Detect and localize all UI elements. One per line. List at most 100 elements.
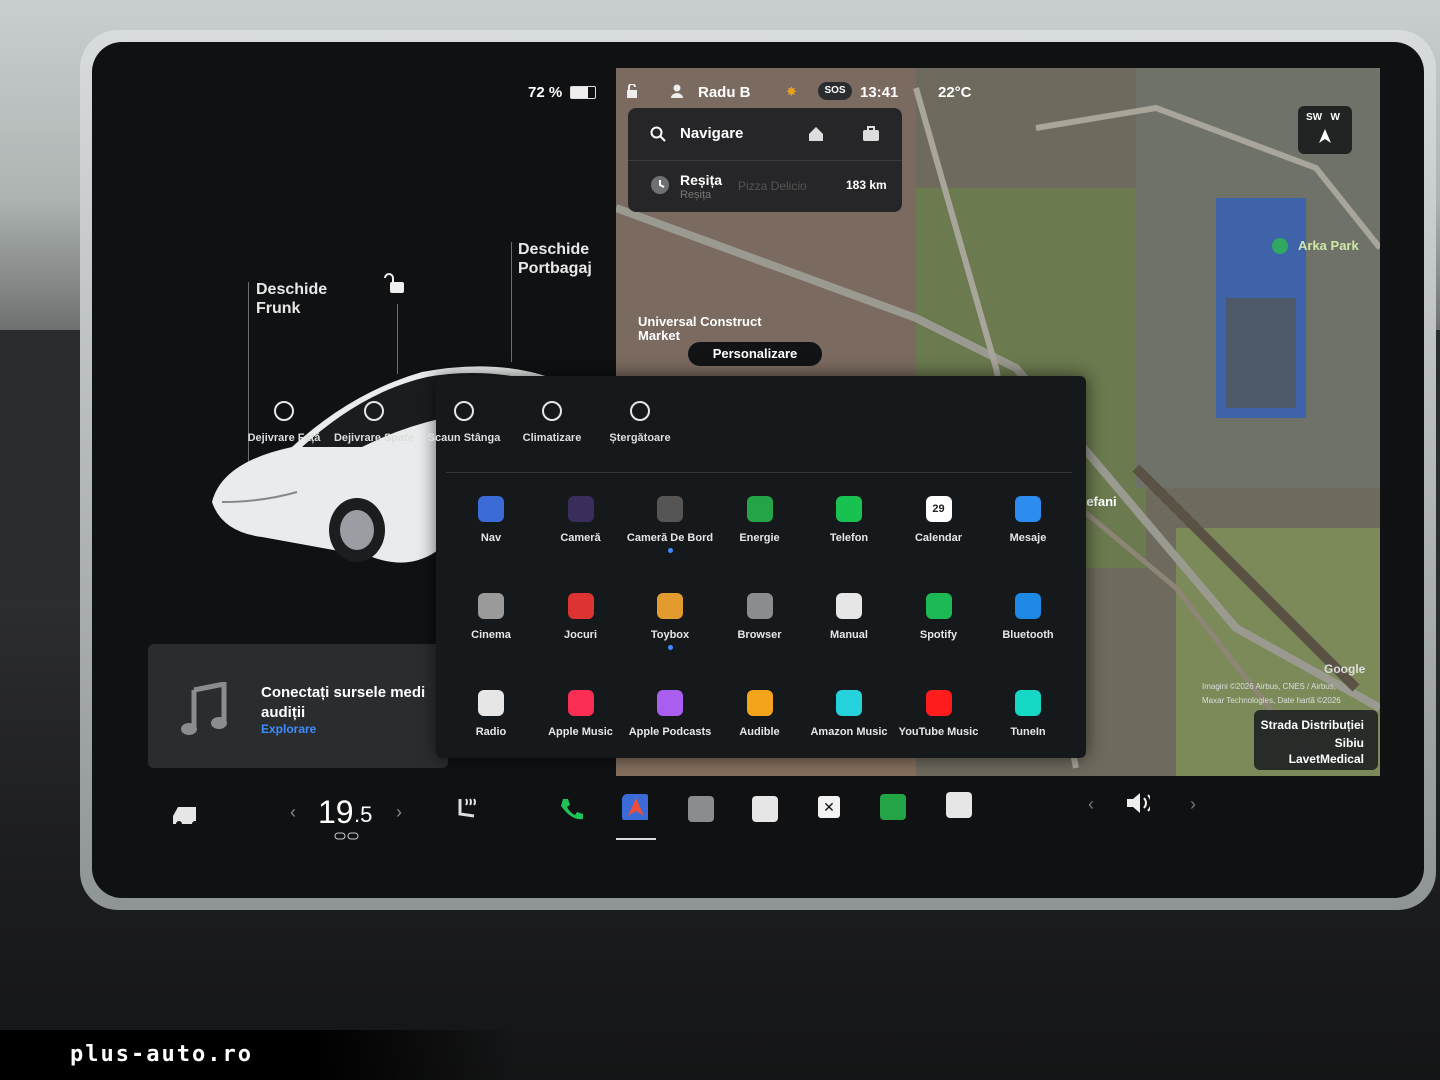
open-trunk-button[interactable]: Deschide Portbagaj bbox=[518, 240, 592, 278]
destination-distance: 183 km bbox=[846, 178, 887, 192]
launcher-divider bbox=[446, 472, 1072, 473]
close-dock-icon[interactable]: ✕ bbox=[818, 796, 840, 818]
app-dashcam[interactable]: Cameră De Bord bbox=[625, 496, 715, 553]
battery-icon bbox=[570, 86, 596, 99]
volume-up-button[interactable]: › bbox=[1190, 794, 1196, 815]
map-label-store[interactable]: Universal Construct bbox=[638, 314, 762, 329]
spotify-icon bbox=[925, 593, 952, 619]
app-nav[interactable]: Nav bbox=[446, 496, 536, 544]
app-toybox[interactable]: Toybox bbox=[625, 593, 715, 650]
quick-control-front-defrost[interactable]: Dejivrare Față bbox=[239, 398, 329, 444]
media-title: Conectați sursele medi bbox=[261, 684, 426, 701]
outside-temperature: 22°C bbox=[938, 84, 972, 101]
search-icon bbox=[650, 126, 666, 142]
app-camera[interactable]: Cameră bbox=[536, 496, 626, 544]
street-city: Sibiu bbox=[1334, 736, 1364, 750]
compass-button[interactable]: SW W bbox=[1298, 106, 1352, 154]
volume-icon[interactable] bbox=[1124, 790, 1150, 816]
recent-destination[interactable]: Reșița Reșița Pizza Delicio 183 km bbox=[628, 161, 902, 212]
app-browser[interactable]: Browser bbox=[715, 593, 805, 641]
profile-icon[interactable] bbox=[670, 84, 684, 98]
media-player-card[interactable]: Conectați sursele medi audiții Explorare bbox=[148, 644, 448, 768]
seat-heater-dock-icon[interactable] bbox=[454, 796, 480, 822]
nav-dock-icon[interactable] bbox=[622, 794, 648, 820]
youtube-music-icon bbox=[925, 690, 952, 716]
lock-icon[interactable] bbox=[625, 83, 639, 98]
app-label: Amazon Music bbox=[810, 726, 888, 738]
navigation-search-bar[interactable]: Navigare bbox=[628, 108, 902, 161]
street-name: Strada Distribuției bbox=[1260, 718, 1364, 732]
app-manual[interactable]: Manual bbox=[804, 593, 894, 641]
car-icon[interactable] bbox=[170, 802, 196, 828]
map-label-store-2: Market bbox=[638, 328, 680, 343]
phone-dock-icon[interactable] bbox=[558, 796, 584, 822]
app-joystick[interactable]: Jocuri bbox=[536, 593, 626, 641]
quick-control-label: Dejivrare Față bbox=[247, 432, 321, 444]
app-radio[interactable]: Radio bbox=[446, 690, 536, 738]
navigation-search-label: Navigare bbox=[680, 125, 744, 142]
app-audible[interactable]: Audible bbox=[715, 690, 805, 738]
watermark-bar: plus-auto.ro bbox=[0, 1030, 520, 1080]
browser-dock-icon[interactable] bbox=[688, 796, 714, 822]
media-title-line2: audiții bbox=[261, 704, 306, 721]
sos-button[interactable]: SOS bbox=[818, 82, 852, 100]
dashcam-icon bbox=[657, 496, 683, 522]
app-label: Calendar bbox=[914, 532, 963, 544]
joystick-icon bbox=[567, 593, 594, 619]
manual-dock-icon[interactable] bbox=[946, 792, 972, 818]
quick-control-rear-defrost[interactable]: Dejivrare Spate bbox=[329, 398, 419, 444]
app-energy[interactable]: Energie bbox=[715, 496, 805, 544]
podcasts-icon bbox=[657, 690, 683, 716]
app-amazon-music[interactable]: Amazon Music bbox=[804, 690, 894, 738]
app-label: YouTube Music bbox=[898, 726, 979, 738]
browser-icon bbox=[746, 593, 773, 619]
explore-link[interactable]: Explorare bbox=[261, 722, 316, 736]
quick-control-fan[interactable]: Climatizare bbox=[507, 398, 597, 444]
google-logo: Google bbox=[1324, 662, 1366, 676]
notes-dock-icon[interactable] bbox=[752, 796, 778, 822]
navigation-card: Navigare Reșița Reșița Pizza Delicio 183… bbox=[628, 108, 902, 212]
open-frunk-button[interactable]: Deschide Frunk bbox=[256, 280, 327, 318]
frunk-label-line1: Deschide bbox=[256, 281, 328, 298]
app-youtube-music[interactable]: YouTube Music bbox=[894, 690, 984, 738]
quick-control-seat-heater[interactable]: Scaun Stânga bbox=[419, 398, 509, 444]
app-bluetooth[interactable]: Bluetooth bbox=[983, 593, 1073, 641]
app-label: Energie bbox=[739, 532, 780, 544]
map-poi-marker-icon[interactable] bbox=[1272, 238, 1288, 254]
energy-dock-icon[interactable] bbox=[880, 794, 906, 820]
app-phone[interactable]: Telefon bbox=[804, 496, 894, 544]
map-attribution: Imagini ©2026 Airbus, CNES / Airbus, bbox=[1202, 682, 1336, 691]
sentry-icon[interactable]: ✸ bbox=[786, 84, 800, 99]
radio-icon bbox=[478, 690, 504, 716]
temp-up-button[interactable]: › bbox=[396, 802, 402, 823]
app-calendar[interactable]: 29 Calendar bbox=[894, 496, 984, 544]
work-icon[interactable] bbox=[862, 126, 880, 142]
app-messages[interactable]: Mesaje bbox=[983, 496, 1073, 544]
quick-control-label: Dejivrare Spate bbox=[333, 432, 415, 444]
frunk-label-line2: Frunk bbox=[256, 300, 301, 317]
street-info-card[interactable]: Strada Distribuției Sibiu LavetMedical bbox=[1254, 710, 1378, 770]
app-podcasts[interactable]: Apple Podcasts bbox=[625, 690, 715, 738]
app-label: Browser bbox=[737, 629, 782, 641]
wiper-icon bbox=[630, 401, 650, 421]
map-label-poi[interactable]: Arka Park bbox=[1298, 238, 1359, 253]
app-cinema[interactable]: Cinema bbox=[446, 593, 536, 641]
quick-control-wiper[interactable]: Ștergătoare bbox=[595, 398, 685, 444]
app-tunein[interactable]: TuneIn bbox=[983, 690, 1073, 738]
driver-profile-name[interactable]: Radu B bbox=[698, 84, 751, 101]
app-spotify[interactable]: Spotify bbox=[894, 593, 984, 641]
personalize-button[interactable]: Personalizare bbox=[688, 342, 822, 366]
app-label: Audible bbox=[739, 726, 780, 738]
volume-down-button[interactable]: ‹ bbox=[1088, 794, 1094, 815]
phone-icon bbox=[836, 496, 862, 522]
home-icon[interactable] bbox=[808, 126, 824, 142]
app-label: Mesaje bbox=[1009, 532, 1047, 544]
app-apple-music[interactable]: Apple Music bbox=[536, 690, 626, 738]
app-label: Telefon bbox=[829, 532, 869, 544]
app-label: Spotify bbox=[919, 629, 958, 641]
temp-down-button[interactable]: ‹ bbox=[290, 802, 296, 823]
compass-label: SW W bbox=[1306, 112, 1340, 123]
trunk-leader-line bbox=[511, 242, 512, 362]
history-icon bbox=[651, 176, 669, 194]
unlock-icon[interactable] bbox=[384, 272, 406, 294]
